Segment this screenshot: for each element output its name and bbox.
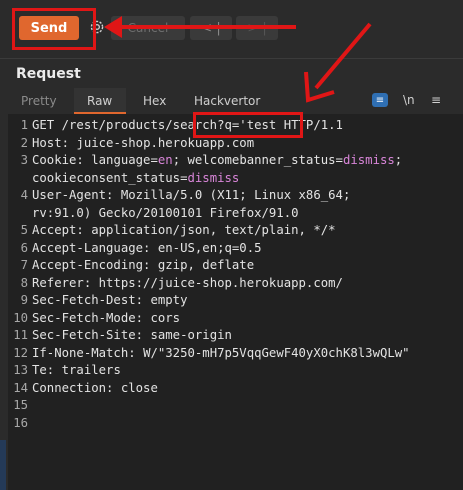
header-name: Te:	[32, 363, 55, 377]
history-back-button[interactable]: < |	[190, 16, 232, 40]
line-number: 3	[20, 153, 28, 167]
request-line: rv:91.0) Gecko/20100101 Firefox/91.0	[32, 205, 299, 222]
header-separator	[150, 241, 157, 255]
header-separator	[136, 346, 143, 360]
header-name: If-None-Match:	[32, 345, 136, 360]
line-number: 14	[13, 380, 28, 395]
query-highlight-box	[193, 112, 303, 138]
word-wrap-icon[interactable]: ≡	[372, 93, 388, 107]
header-separator	[113, 381, 120, 395]
request-line: Sec-Fetch-Dest: empty	[32, 292, 188, 309]
header-value: rv:91.0) Gecko/20100101 Firefox/91.0	[32, 205, 299, 220]
request-line: Accept: application/json, text/plain, */…	[32, 222, 336, 239]
header-separator	[54, 363, 61, 377]
header-value: language=en; welcomebanner_status=dismis…	[91, 153, 403, 167]
request-line: Accept-Encoding: gzip, deflate	[32, 257, 254, 274]
line-number: 11	[13, 328, 28, 342]
request-line: Sec-Fetch-Site: same-origin	[32, 327, 232, 344]
header-name: Connection:	[32, 380, 114, 395]
line-number: 7	[20, 258, 28, 272]
line-number: 5	[20, 223, 28, 237]
header-value: gzip, deflate	[157, 258, 255, 272]
header-name: Sec-Fetch-Site:	[32, 328, 144, 342]
request-line: Sec-Fetch-Mode: cors	[32, 310, 180, 327]
line-number: 10	[13, 310, 28, 325]
request-line: Referer: https://juice-shop.herokuapp.co…	[32, 275, 343, 292]
line-number: 4	[20, 188, 28, 202]
left-edge-panel	[0, 440, 6, 490]
tab-raw[interactable]: Raw	[87, 94, 112, 108]
history-forward-button[interactable]: > |	[236, 16, 278, 40]
header-name: Accept-Language:	[32, 240, 151, 255]
request-editor[interactable]: 1 GET /rest/products/search?q='test HTTP/…	[8, 114, 463, 490]
left-edge-strip	[0, 0, 8, 490]
header-value: https://juice-shop.herokuapp.com/	[98, 275, 343, 290]
request-line: Connection: close	[32, 380, 158, 397]
tab-hex[interactable]: Hex	[143, 94, 166, 108]
line-number: 8	[20, 275, 28, 290]
cancel-button[interactable]: Cancel	[111, 16, 185, 40]
send-highlight-box	[12, 8, 96, 50]
header-value: same-origin	[150, 328, 232, 342]
header-value: W/"3250-mH7p5VqqGewF40yX0chK8l3wQLw"	[143, 345, 410, 360]
tab-hackvertor[interactable]: Hackvertor	[194, 94, 260, 108]
request-pane-title: Request	[16, 66, 81, 82]
header-separator	[91, 276, 98, 290]
header-value: close	[120, 380, 158, 395]
header-name: Referer:	[32, 275, 92, 290]
show-newlines-toggle[interactable]: \n	[403, 93, 415, 107]
header-name: Sec-Fetch-Mode:	[32, 310, 144, 325]
header-value: cors	[150, 310, 181, 325]
line-number: 2	[20, 135, 28, 150]
request-line: Cookie: language=en; welcomebanner_statu…	[32, 152, 402, 169]
tab-pretty[interactable]: Pretty	[21, 94, 57, 108]
request-line: User-Agent: Mozilla/5.0 (X11; Linux x86_…	[32, 187, 350, 204]
request-line: If-None-Match: W/"3250-mH7p5VqqGewF40yX0…	[32, 345, 410, 362]
request-view-tabs: Pretty Raw Hex Hackvertor ≡ \n ≡	[0, 88, 463, 114]
header-name: Sec-Fetch-Dest:	[32, 293, 144, 307]
header-value: application/json, text/plain, */*	[91, 223, 336, 237]
request-line: Accept-Language: en-US,en;q=0.5	[32, 240, 262, 257]
header-value: Mozilla/5.0 (X11; Linux x86_64;	[120, 188, 351, 202]
hamburger-menu-icon[interactable]: ≡	[431, 93, 441, 107]
line-number: 1	[20, 118, 28, 132]
header-separator	[150, 258, 157, 272]
header-separator	[113, 188, 120, 202]
line-number: 12	[13, 345, 28, 360]
line-number: 13	[13, 363, 28, 377]
line-number: 15	[13, 398, 28, 412]
header-name: User-Agent:	[32, 188, 114, 202]
header-name: Accept-Encoding:	[32, 258, 151, 272]
line-number: 6	[20, 240, 28, 255]
header-value: en-US,en;q=0.5	[157, 240, 262, 255]
header-value: empty	[150, 293, 188, 307]
toolbar-divider	[0, 58, 463, 59]
header-name: Host:	[32, 135, 70, 150]
header-name: Accept:	[32, 223, 84, 237]
line-number: 16	[13, 415, 28, 430]
line-number: 9	[20, 293, 28, 307]
header-name: Cookie:	[32, 153, 84, 167]
request-line: Te: trailers	[32, 362, 121, 379]
header-value: cookieconsent_status=dismiss	[32, 170, 240, 185]
header-value: trailers	[61, 363, 121, 377]
request-line: cookieconsent_status=dismiss	[32, 170, 239, 187]
